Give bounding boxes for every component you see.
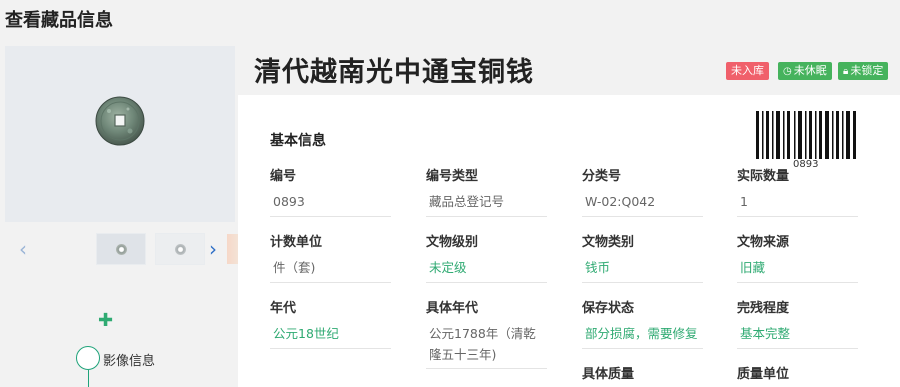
field-value: W-02:Q042 bbox=[582, 191, 703, 217]
field-value[interactable]: 未定级 bbox=[426, 257, 547, 283]
field-label: 具体年代 bbox=[426, 301, 479, 316]
field-relic-level: 文物级别 未定级 bbox=[426, 231, 547, 283]
clock-icon: ◷ bbox=[783, 66, 792, 77]
object-name: 清代越南光中通宝铜钱 bbox=[254, 57, 534, 88]
field-classification: 分类号 W-02:Q042 bbox=[582, 165, 703, 217]
field-relic-source: 文物来源 旧藏 bbox=[737, 231, 858, 283]
timeline-label-image-info[interactable]: 影像信息 bbox=[103, 350, 155, 369]
field-quantity: 实际数量 1 bbox=[737, 165, 858, 217]
status-badge-dormant: ◷ 未休眠 bbox=[778, 62, 832, 80]
field-label: 分类号 bbox=[582, 169, 622, 184]
field-label: 编号类型 bbox=[426, 169, 479, 184]
field-value[interactable]: 基本完整 bbox=[737, 323, 858, 349]
field-value[interactable]: 公元18世纪 bbox=[270, 323, 391, 349]
coin-thumbnail-icon bbox=[116, 244, 127, 255]
chevron-left-icon[interactable]: ‹ bbox=[19, 237, 27, 261]
field-value[interactable]: 钱币 bbox=[582, 257, 703, 283]
thumbnail-strip: ‹ › bbox=[5, 228, 240, 270]
field-specific-era: 具体年代 公元1788年（清乾隆五十三年) bbox=[426, 297, 547, 369]
field-label: 文物类别 bbox=[582, 235, 635, 250]
field-label: 文物来源 bbox=[737, 235, 790, 250]
field-label: 具体质量 bbox=[582, 367, 635, 382]
field-value[interactable]: 部分损腐，需要修复 bbox=[582, 323, 703, 349]
field-label: 文物级别 bbox=[426, 235, 479, 250]
field-value: 0893 bbox=[270, 191, 391, 217]
field-label: 计数单位 bbox=[270, 235, 323, 250]
field-specific-mass: 具体质量 bbox=[582, 363, 703, 383]
field-label: 保存状态 bbox=[582, 301, 635, 316]
field-value: 公元1788年（清乾隆五十三年) bbox=[426, 323, 547, 369]
plus-icon[interactable]: ✚ bbox=[98, 310, 113, 331]
field-label: 质量单位 bbox=[737, 367, 790, 382]
badge-label: 未休眠 bbox=[793, 64, 827, 77]
timeline-node bbox=[76, 346, 100, 370]
field-number-type: 编号类型 藏品总登记号 bbox=[426, 165, 547, 217]
timeline-line bbox=[88, 370, 89, 387]
field-label: 编号 bbox=[270, 169, 297, 184]
field-label: 实际数量 bbox=[737, 169, 790, 184]
coin-thumbnail-icon bbox=[175, 244, 186, 255]
status-badge-storage: 未入库 bbox=[726, 62, 769, 80]
coin-image bbox=[95, 96, 145, 150]
main-image-viewer[interactable] bbox=[5, 46, 235, 222]
info-card: 基本信息 0893 编号 0893 编号类型 藏品总登记号 分类号 W-02:Q… bbox=[238, 95, 900, 387]
field-count-unit: 计数单位 件（套) bbox=[270, 231, 391, 283]
field-value[interactable]: 旧藏 bbox=[737, 257, 858, 283]
field-value: 件（套) bbox=[270, 257, 391, 283]
field-era: 年代 公元18世纪 bbox=[270, 297, 391, 349]
field-label: 完残程度 bbox=[737, 301, 790, 316]
status-badge-lock: 🔒︎ 未锁定 bbox=[838, 62, 889, 80]
page-title: 查看藏品信息 bbox=[5, 10, 113, 31]
chevron-right-icon[interactable]: › bbox=[209, 237, 217, 261]
field-number: 编号 0893 bbox=[270, 165, 391, 217]
field-label: 年代 bbox=[270, 301, 297, 316]
badge-label: 未入库 bbox=[731, 64, 764, 77]
lock-icon: 🔒︎ bbox=[843, 66, 849, 77]
badge-label: 未锁定 bbox=[850, 64, 884, 77]
field-completeness: 完残程度 基本完整 bbox=[737, 297, 858, 349]
barcode-icon bbox=[756, 111, 858, 163]
thumbnail-2[interactable] bbox=[155, 233, 205, 265]
field-value: 藏品总登记号 bbox=[426, 191, 547, 217]
field-mass-unit: 质量单位 bbox=[737, 363, 858, 383]
field-relic-category: 文物类别 钱币 bbox=[582, 231, 703, 283]
field-preservation-state: 保存状态 部分损腐，需要修复 bbox=[582, 297, 703, 349]
field-value: 1 bbox=[737, 191, 858, 217]
section-title: 基本信息 bbox=[270, 133, 326, 149]
thumbnail-1[interactable] bbox=[96, 233, 146, 265]
